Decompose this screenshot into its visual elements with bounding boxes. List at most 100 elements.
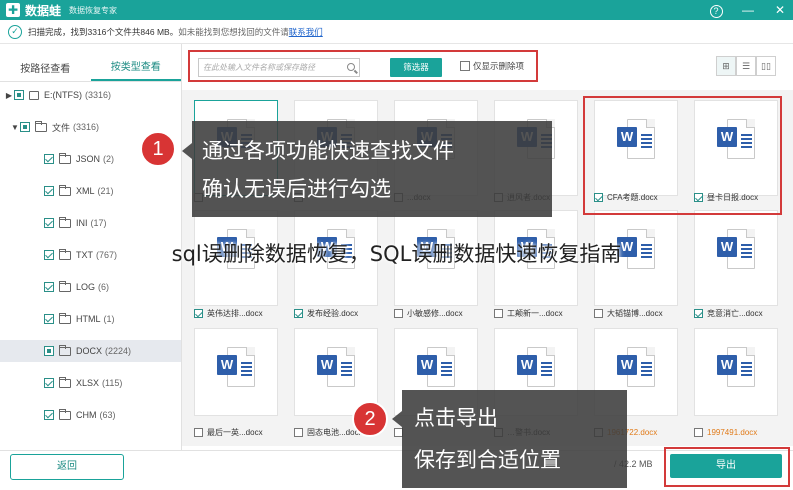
highlight-box-export: 导出 <box>664 447 790 487</box>
folder-icon <box>59 312 71 324</box>
tree-item-label: HTML <box>76 314 101 324</box>
search-input[interactable]: 在此处输入文件名称或保存路径 <box>198 58 360 77</box>
tree-item-checkbox[interactable] <box>14 90 24 100</box>
contact-us-link[interactable]: 联系我们 <box>289 26 323 38</box>
tree-item-ini[interactable]: INI (17) <box>0 212 181 234</box>
word-badge: W <box>617 355 637 375</box>
word-badge: W <box>317 355 337 375</box>
help-icon: ? <box>709 5 723 18</box>
file-name: 1997491.docx <box>707 427 758 437</box>
export-button[interactable]: 导出 <box>670 454 782 478</box>
search-placeholder: 在此处输入文件名称或保存路径 <box>203 63 315 72</box>
title-bar: ✚ 数据蛙 数据恢复专家 ? — ✕ <box>0 0 793 20</box>
tree-item-count: (115) <box>102 378 123 388</box>
file-name: 大韬锚博...docx <box>607 308 663 318</box>
app-logo: ✚ 数据蛙 数据恢复专家 <box>6 2 117 19</box>
word-document-icon: W <box>417 347 457 389</box>
callout-step-2-line2: 保存到合适位置 <box>414 448 561 472</box>
only-deleted-checkbox[interactable] <box>460 61 470 71</box>
back-button[interactable]: 返回 <box>10 454 124 480</box>
word-document-icon: W <box>617 347 657 389</box>
scan-result-text: 扫描完成，找到3316个文件共846 MB。 <box>28 26 179 37</box>
file-item[interactable]: 英伟达排...docx <box>194 306 278 320</box>
app-window: ✚ 数据蛙 数据恢复专家 ? — ✕ ✓ 扫描完成，找到3316个文件共846 … <box>0 0 793 490</box>
file-item[interactable]: 竞意消亡...docx <box>694 306 778 320</box>
file-item[interactable]: 大韬锚博...docx <box>594 306 678 320</box>
file-checkbox[interactable] <box>294 427 303 437</box>
tree-item-checkbox[interactable] <box>20 122 30 132</box>
file-checkbox[interactable] <box>194 427 203 437</box>
preview-view-button[interactable]: ▯▯ <box>756 56 776 76</box>
expand-caret-icon[interactable]: ▶ <box>4 91 14 100</box>
file-name: 竞意消亡...docx <box>707 308 763 318</box>
list-view-button[interactable]: ☰ <box>736 56 756 76</box>
tree-item-checkbox[interactable] <box>44 346 54 356</box>
tree-item-html[interactable]: HTML (1) <box>0 308 181 330</box>
file-checkbox[interactable] <box>694 308 703 318</box>
tree-item-checkbox[interactable] <box>44 314 54 324</box>
scan-hint-text: 如未能找到您想找回的文件请 <box>178 26 289 37</box>
file-checkbox[interactable] <box>594 308 603 318</box>
file-item[interactable]: 最后一英...docx <box>194 425 278 439</box>
file-item[interactable]: 1997491.docx <box>694 425 778 439</box>
tree-item-xml[interactable]: XML (21) <box>0 180 181 202</box>
file-item[interactable]: 发布经验.docx <box>294 306 378 320</box>
tree-item-checkbox[interactable] <box>44 154 54 164</box>
file-name: 小敏感修...docx <box>407 308 463 318</box>
callout-step-1-line1: 通过各项功能快速查找文件 <box>202 139 454 163</box>
file-checkbox[interactable] <box>494 308 503 318</box>
folder-icon <box>59 152 71 164</box>
word-badge: W <box>517 355 537 375</box>
tree-item-docx[interactable]: DOCX (2224) <box>0 340 181 362</box>
file-checkbox[interactable] <box>694 427 703 437</box>
drive-icon <box>29 90 39 100</box>
word-document-icon: W <box>717 347 757 389</box>
check-circle-icon: ✓ <box>8 24 22 39</box>
highlight-box-selected-files <box>583 96 782 215</box>
tree-item-checkbox[interactable] <box>44 282 54 292</box>
tree-item-xlsx[interactable]: XLSX (115) <box>0 372 181 394</box>
tab-view-by-type[interactable]: 按类型查看 <box>90 58 181 81</box>
callout-step-1-line2: 确认无误后进行勾选 <box>202 177 391 201</box>
callout-step-1-pointer <box>182 143 192 159</box>
callout-step-1: 通过各项功能快速查找文件 确认无误后进行勾选 <box>192 121 552 217</box>
file-thumbnail[interactable]: W <box>694 328 778 416</box>
file-checkbox[interactable] <box>194 308 203 318</box>
step-2-badge: 2 <box>352 401 388 437</box>
close-button[interactable]: ✕ <box>771 1 789 19</box>
folder-icon <box>35 120 47 132</box>
tree-item-log[interactable]: LOG (6) <box>0 276 181 298</box>
callout-step-2-pointer <box>392 411 402 427</box>
file-name: 发布经验.docx <box>307 308 359 318</box>
grid-view-button[interactable]: ⊞ <box>716 56 736 76</box>
file-name: 工颠新一...docx <box>507 308 563 318</box>
file-checkbox[interactable] <box>394 308 403 318</box>
tree-item-label: CHM <box>76 410 97 420</box>
file-item[interactable]: 小敏感修...docx <box>394 306 478 320</box>
tab-view-by-path[interactable]: 按路径查看 <box>0 60 91 81</box>
filter-button[interactable]: 筛选器 <box>390 58 442 77</box>
tree-item-label: JSON <box>76 154 101 164</box>
word-document-icon: W <box>517 347 557 389</box>
folder-icon <box>59 184 71 196</box>
only-deleted-label: 仅显示删除项 <box>473 61 525 71</box>
help-button[interactable]: ? <box>707 1 725 19</box>
tree-item-label: LOG <box>76 282 96 292</box>
tree-item-chm[interactable]: CHM (63) <box>0 404 181 426</box>
file-thumbnail[interactable]: W <box>194 328 278 416</box>
tree-item-checkbox[interactable] <box>44 186 54 196</box>
only-deleted-toggle[interactable]: 仅显示删除项 <box>460 60 524 72</box>
file-item[interactable]: 工颠新一...docx <box>494 306 578 320</box>
minimize-button[interactable]: — <box>739 1 757 19</box>
expand-caret-icon[interactable]: ▼ <box>10 123 20 132</box>
tree-item-checkbox[interactable] <box>44 218 54 228</box>
tree-item-entfs[interactable]: ▶ E:(NTFS) (3316) <box>0 84 181 106</box>
folder-icon <box>59 344 71 356</box>
file-checkbox[interactable] <box>294 308 303 318</box>
word-badge: W <box>417 355 437 375</box>
word-badge: W <box>717 355 737 375</box>
search-icon[interactable] <box>347 63 355 71</box>
tree-item-checkbox[interactable] <box>44 378 54 388</box>
tree-item-label: E:(NTFS) <box>44 90 82 100</box>
tree-item-checkbox[interactable] <box>44 410 54 420</box>
